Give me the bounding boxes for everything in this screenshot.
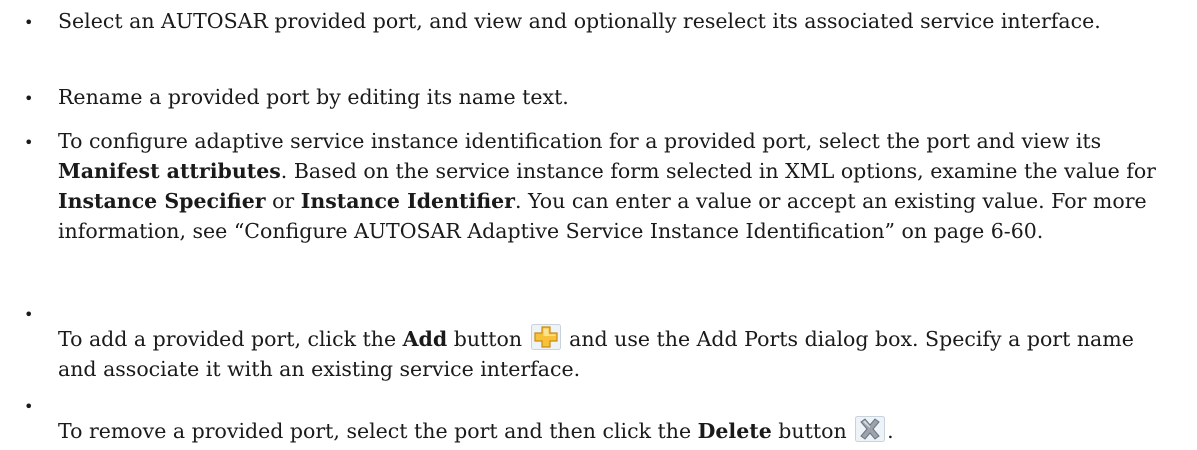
text-run: To remove a provided port, select the po… [58, 419, 698, 443]
bullet-marker: • [24, 305, 34, 324]
bold-term: Instance Identifier [300, 189, 515, 213]
bold-term: Instance Specifier [58, 189, 266, 213]
list-item-text: Rename a provided port by editing its na… [58, 85, 569, 109]
text-run: . [887, 419, 894, 443]
list-item-text: To add a provided port, click the Add bu… [58, 324, 1163, 384]
document-page: • Select an AUTOSAR provided port, and v… [0, 0, 1197, 443]
text-run: To add a provided port, click the [58, 327, 403, 351]
bullet-marker: • [24, 13, 34, 32]
text-run: button [447, 327, 529, 351]
bold-term: Delete [697, 419, 772, 443]
text-run: or [265, 189, 301, 213]
bullet-marker: • [24, 133, 34, 152]
list-item-text: Select an AUTOSAR provided port, and vie… [58, 9, 1101, 33]
add-icon [530, 324, 561, 350]
text-run: . Based on the service instance form sel… [280, 159, 1156, 183]
bold-term: Manifest attributes [58, 159, 281, 183]
bullet-marker: • [24, 397, 34, 416]
bold-term: Add [402, 327, 448, 351]
bullet-marker: • [24, 89, 34, 108]
list-item-text: To configure adaptive service instance i… [58, 126, 1163, 246]
text-run: To configure adaptive service instance i… [58, 129, 1102, 153]
text-run: button [771, 419, 854, 443]
delete-icon [855, 416, 886, 442]
list-item-text: To remove a provided port, select the po… [58, 416, 1163, 446]
